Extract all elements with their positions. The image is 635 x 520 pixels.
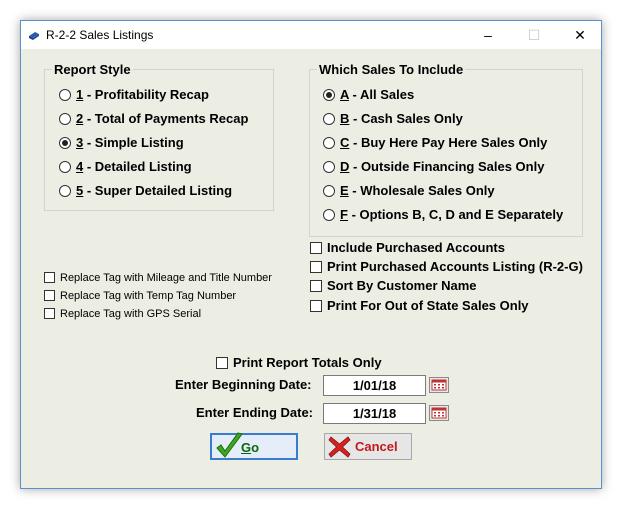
radio-button-selected[interactable] [59,137,71,149]
checkbox[interactable] [310,242,322,254]
report-style-title: Report Style [52,62,133,77]
minimize-button[interactable]: – [465,21,511,49]
checkbox[interactable] [44,290,55,301]
calendar-icon[interactable] [429,405,449,421]
go-button[interactable]: Go [210,432,298,460]
which-sales-title: Which Sales To Include [317,62,466,77]
radio-button[interactable] [59,185,71,197]
go-label: Go [241,440,260,455]
calendar-icon[interactable] [429,377,449,393]
checkbox[interactable] [310,280,322,292]
app-icon [29,32,39,40]
radio-button[interactable] [59,161,71,173]
close-button[interactable]: ✕ [557,21,603,49]
end-date-input[interactable]: 1/31/18 [323,403,426,424]
end-date-label: Enter Ending Date: [196,405,314,420]
radio-button-selected[interactable] [323,89,335,101]
checkmark-icon [216,432,243,458]
begin-date-label: Enter Beginning Date: [175,377,312,392]
checkbox[interactable] [310,261,322,273]
radio-button[interactable] [323,209,335,221]
radio-button[interactable] [59,89,71,101]
radio-button[interactable] [323,113,335,125]
title-bar: R-2-2 Sales Listings – ☐ ✕ [21,21,601,49]
radio-button[interactable] [323,137,335,149]
checkbox[interactable] [216,357,228,369]
maximize-button[interactable]: ☐ [511,21,557,49]
checkbox[interactable] [44,308,55,319]
radio-button[interactable] [59,113,71,125]
cancel-label: Cancel [355,439,398,454]
radio-button[interactable] [323,185,335,197]
checkbox[interactable] [44,272,55,283]
radio-button[interactable] [323,161,335,173]
window-title: R-2-2 Sales Listings [46,28,154,42]
begin-date-input[interactable]: 1/01/18 [323,375,426,396]
sales-listings-dialog: R-2-2 Sales Listings – ☐ ✕ Report Style … [20,20,602,489]
x-icon [328,436,351,458]
checkbox[interactable] [310,300,322,312]
cancel-button[interactable]: Cancel [324,433,412,460]
